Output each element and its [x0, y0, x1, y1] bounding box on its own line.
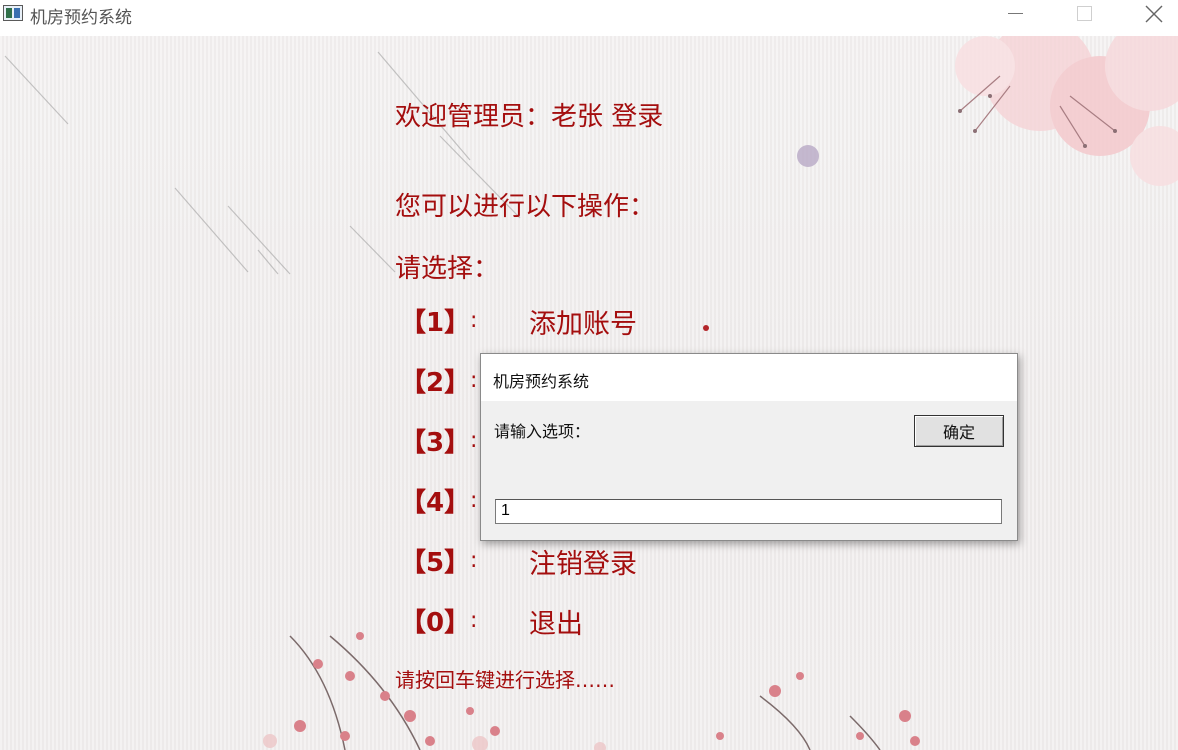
option-key: 【0】: [400, 608, 471, 638]
option-colon: :: [470, 608, 478, 633]
maximize-button[interactable]: [1061, 0, 1107, 30]
option-key: 【4】: [400, 488, 471, 518]
option-colon: :: [470, 368, 478, 393]
input-dialog: 机房预约系统 请输入选项： 确定 1: [480, 353, 1018, 541]
dialog-message: 请输入选项：: [494, 422, 591, 441]
option-colon: :: [470, 428, 478, 453]
dialog-header: 机房预约系统: [481, 354, 1017, 401]
option-key: 【3】: [400, 428, 471, 458]
option-label: 添加账号: [529, 309, 637, 340]
option-key: 【1】: [400, 308, 471, 338]
window-titlebar: 机房预约系统: [0, 0, 1178, 36]
option-label: 退出: [529, 609, 583, 640]
option-label: 注销登录: [529, 549, 637, 580]
option-colon: :: [470, 488, 478, 513]
window-title: 机房预约系统: [30, 8, 132, 28]
dialog-title: 机房预约系统: [493, 372, 590, 391]
option-input[interactable]: 1: [495, 499, 1002, 524]
operations-prompt: 您可以进行以下操作：: [395, 192, 656, 222]
option-colon: :: [470, 308, 478, 333]
ok-button[interactable]: 确定: [914, 415, 1004, 447]
close-button[interactable]: [1130, 0, 1176, 30]
option-key: 【2】: [400, 368, 471, 398]
option-key: 【5】: [400, 548, 471, 578]
option-colon: :: [470, 548, 478, 573]
close-icon: [1145, 5, 1163, 23]
welcome-heading: 欢迎管理员：老张 登录: [395, 102, 664, 132]
app-icon: [3, 5, 23, 21]
select-prompt: 请选择：: [395, 254, 500, 284]
minimize-button[interactable]: [993, 0, 1039, 30]
enter-key-tip: 请按回车键进行选择……: [395, 668, 615, 692]
